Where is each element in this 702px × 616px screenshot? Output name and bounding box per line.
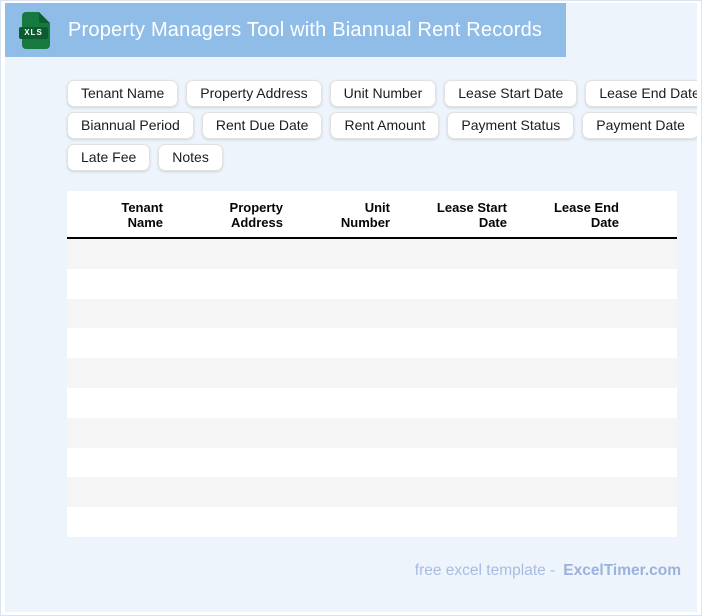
table-row: [67, 447, 677, 478]
table-body: [67, 239, 677, 537]
chip-unit-number[interactable]: Unit Number: [329, 80, 437, 107]
column-header-unit-number: Unit Number: [295, 200, 402, 230]
column-header-spacer: [631, 200, 677, 230]
table-row: [67, 387, 677, 418]
column-header-line: Tenant: [121, 200, 163, 215]
table-row: [67, 268, 677, 299]
table-row: [67, 507, 677, 537]
title-banner: XLS Property Managers Tool with Biannual…: [5, 3, 566, 57]
footer-credit-text: free excel template -: [414, 561, 556, 579]
table-row: [67, 328, 677, 359]
chip-lease-end-date[interactable]: Lease End Date: [585, 80, 697, 107]
table-row: [67, 298, 677, 329]
column-header-line: Date: [478, 215, 507, 230]
chip-biannual-period[interactable]: Biannual Period: [67, 112, 194, 139]
chip-late-fee[interactable]: Late Fee: [67, 144, 151, 171]
column-header-line: Lease End: [553, 200, 619, 215]
column-header-lease-start-date: Lease Start Date: [402, 200, 519, 230]
chip-notes[interactable]: Notes: [158, 144, 223, 171]
chip-rent-amount[interactable]: Rent Amount: [330, 112, 440, 139]
xls-badge-label: XLS: [19, 26, 48, 39]
table-header-row: Tenant Name Property Address Unit Number…: [67, 191, 677, 239]
footer-brand-link[interactable]: ExcelTimer.com: [563, 562, 681, 579]
column-header-line: Number: [340, 215, 390, 230]
field-chip-list: Tenant Name Property Address Unit Number…: [67, 80, 697, 171]
column-header-line: Unit: [364, 200, 390, 215]
column-header-lease-end-date: Lease End Date: [519, 200, 631, 230]
chip-rent-due-date[interactable]: Rent Due Date: [201, 112, 323, 139]
chip-row: Late Fee Notes: [67, 144, 697, 171]
xls-file-icon: XLS: [19, 11, 50, 49]
table-row: [67, 417, 677, 448]
column-header-line: Property: [229, 200, 283, 215]
chip-property-address[interactable]: Property Address: [186, 80, 322, 107]
chip-payment-status[interactable]: Payment Status: [447, 112, 575, 139]
rent-records-table: Tenant Name Property Address Unit Number…: [67, 191, 677, 537]
app-window: XLS Property Managers Tool with Biannual…: [0, 0, 702, 616]
table-row: [67, 477, 677, 508]
footer-credit: free excel template - ExcelTimer.com: [5, 561, 697, 581]
chip-row: Biannual Period Rent Due Date Rent Amoun…: [67, 112, 697, 139]
table-row: [67, 239, 677, 269]
column-header-tenant-name: Tenant Name: [67, 200, 175, 230]
column-header-line: Name: [127, 215, 163, 230]
column-header-line: Lease Start: [436, 200, 507, 215]
chip-row: Tenant Name Property Address Unit Number…: [67, 80, 697, 107]
chip-lease-start-date[interactable]: Lease Start Date: [444, 80, 578, 107]
column-header-line: Address: [230, 215, 283, 230]
chip-payment-date[interactable]: Payment Date: [582, 112, 697, 139]
column-header-property-address: Property Address: [175, 200, 295, 230]
table-row: [67, 358, 677, 388]
column-header-line: Date: [590, 215, 619, 230]
page-background: XLS Property Managers Tool with Biannual…: [5, 3, 697, 612]
chip-tenant-name[interactable]: Tenant Name: [67, 80, 179, 107]
page-title: Property Managers Tool with Biannual Ren…: [68, 18, 543, 41]
